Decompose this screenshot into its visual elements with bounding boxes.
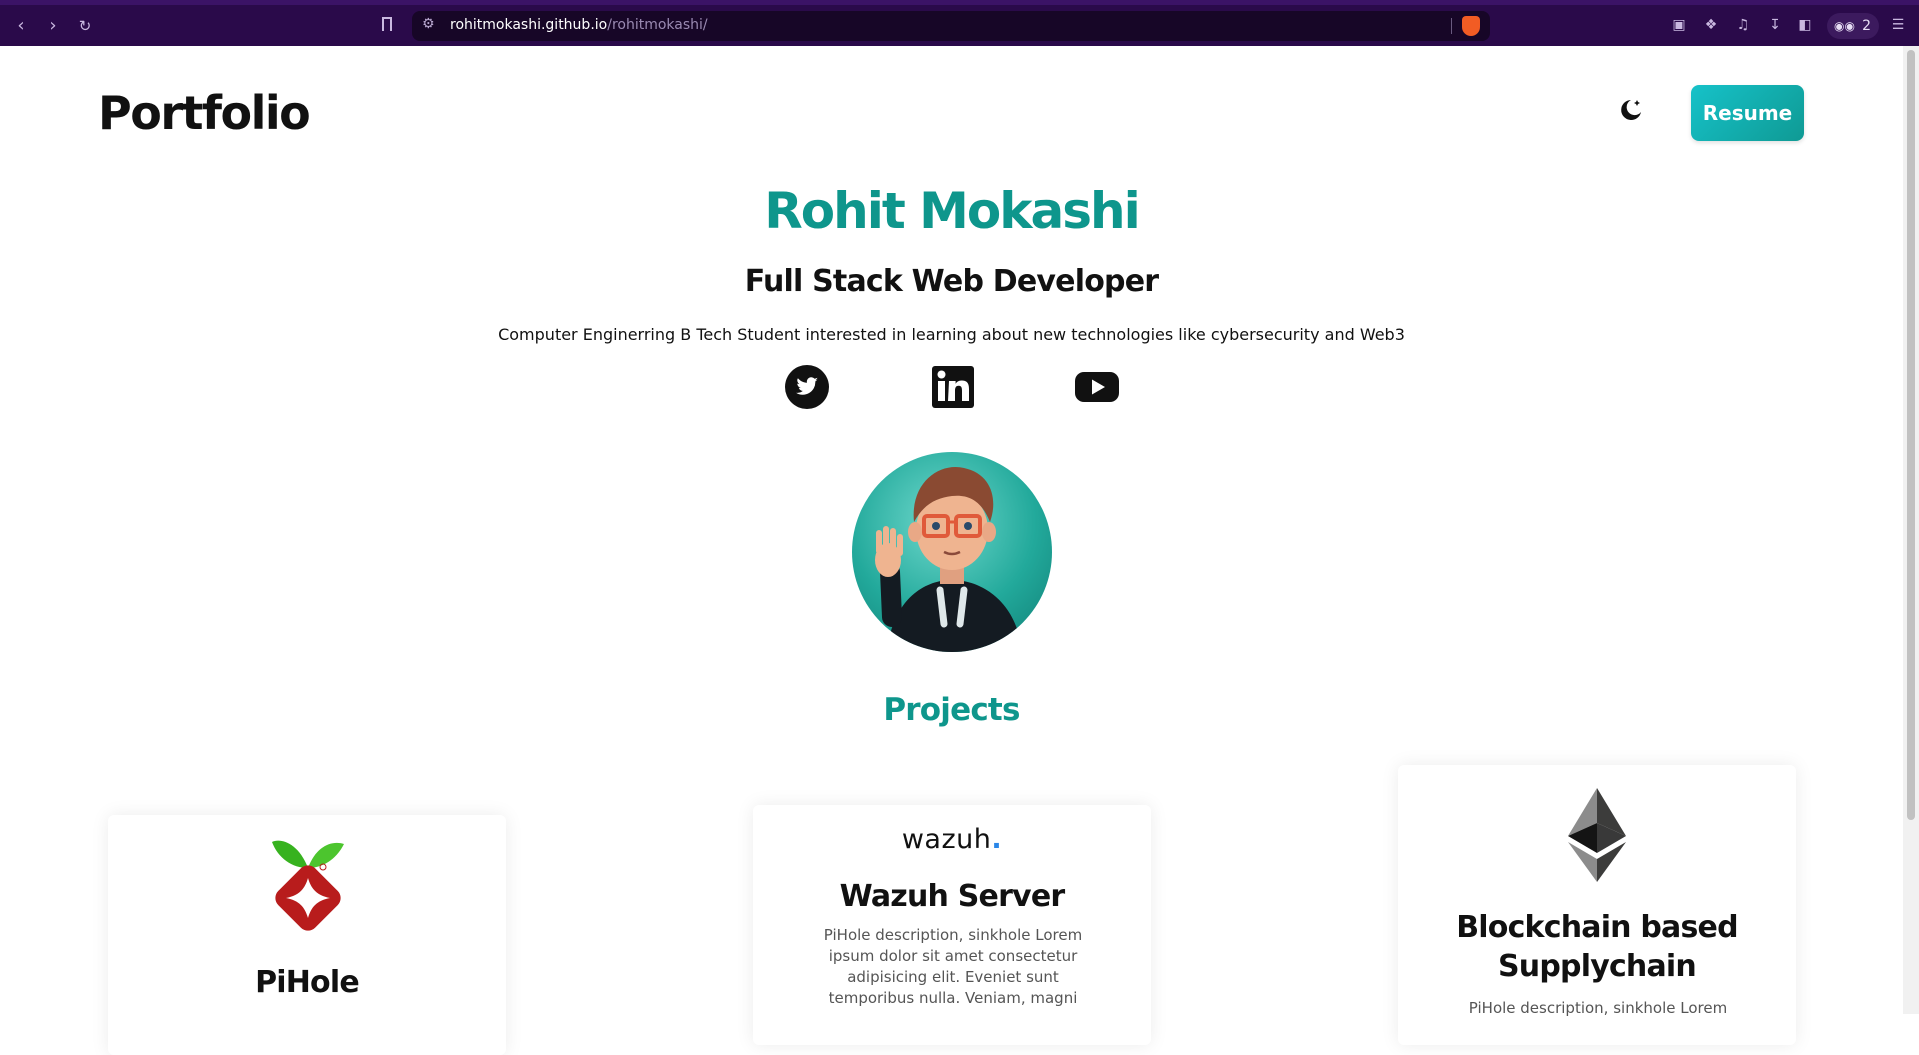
moon-icon[interactable] (1618, 97, 1644, 123)
glasses-icon: ◉◉ (1834, 19, 1855, 33)
projects-heading: Projects (883, 692, 1020, 728)
sidebar-icon[interactable]: ◧ (1797, 17, 1813, 33)
twitter-icon[interactable] (784, 364, 830, 410)
brave-shields-icon[interactable] (1462, 16, 1480, 36)
media-icon[interactable]: ♫ (1735, 17, 1751, 33)
address-separator (1451, 18, 1452, 34)
project-title-blockchain: Blockchain based Supplychain (1456, 910, 1738, 984)
browser-toolbar: ‹ › ↻ ⚙ rohitmokashi.github.io/rohitmoka… (0, 0, 1919, 46)
wallet-icon[interactable]: ◉◉ 2 (1827, 13, 1879, 39)
forward-icon[interactable]: › (42, 15, 64, 37)
tab-icon[interactable]: ▣ (1671, 17, 1687, 33)
downloads-icon[interactable]: ↧ (1767, 17, 1783, 33)
project-title-pihole: PiHole (255, 965, 360, 1000)
youtube-icon[interactable] (1074, 364, 1120, 410)
extensions-icon[interactable]: ❖ (1703, 17, 1719, 33)
project-description-wazuh: PiHole description, sinkhole Lorem ipsum… (823, 926, 1083, 1007)
project-title-wazuh: Wazuh Server (839, 879, 1066, 914)
resume-button[interactable]: Resume (1691, 85, 1804, 141)
address-bar[interactable]: ⚙ rohitmokashi.github.io/rohitmokashi/ (412, 11, 1490, 41)
hero-name: Rohit Mokashi (764, 182, 1141, 240)
wazuh-logo: wazuh. (901, 824, 1003, 855)
linkedin-icon[interactable] (930, 364, 976, 410)
pihole-logo (272, 840, 344, 931)
avatar (852, 452, 1052, 652)
back-icon[interactable]: ‹ (10, 15, 32, 37)
menu-icon[interactable]: ☰ (1890, 17, 1906, 33)
project-description-blockchain: PiHole description, sinkhole Lorem (1468, 999, 1728, 1017)
hero-role: Full Stack Web Developer (744, 264, 1159, 299)
project-card-pihole[interactable]: PiHole (108, 815, 506, 1055)
bookmark-icon[interactable] (382, 17, 392, 31)
site-logo[interactable]: Portfolio (98, 86, 311, 140)
ethereum-logo (1568, 788, 1626, 882)
reload-icon[interactable]: ↻ (74, 15, 96, 37)
page-scrollbar[interactable] (1903, 46, 1919, 1014)
wallet-count: 2 (1862, 18, 1871, 34)
site-settings-icon[interactable]: ⚙ (422, 16, 435, 32)
project-card-blockchain[interactable]: Blockchain based Supplychain PiHole desc… (1398, 765, 1796, 1045)
url-text[interactable]: rohitmokashi.github.io/rohitmokashi/ (450, 17, 708, 33)
project-card-wazuh[interactable]: wazuh. Wazuh Server PiHole description, … (753, 805, 1151, 1045)
scrollbar-thumb[interactable] (1907, 50, 1915, 820)
avatar-illustration (875, 466, 1022, 652)
hero-bio: Computer Enginerring B Tech Student inte… (498, 325, 1405, 344)
